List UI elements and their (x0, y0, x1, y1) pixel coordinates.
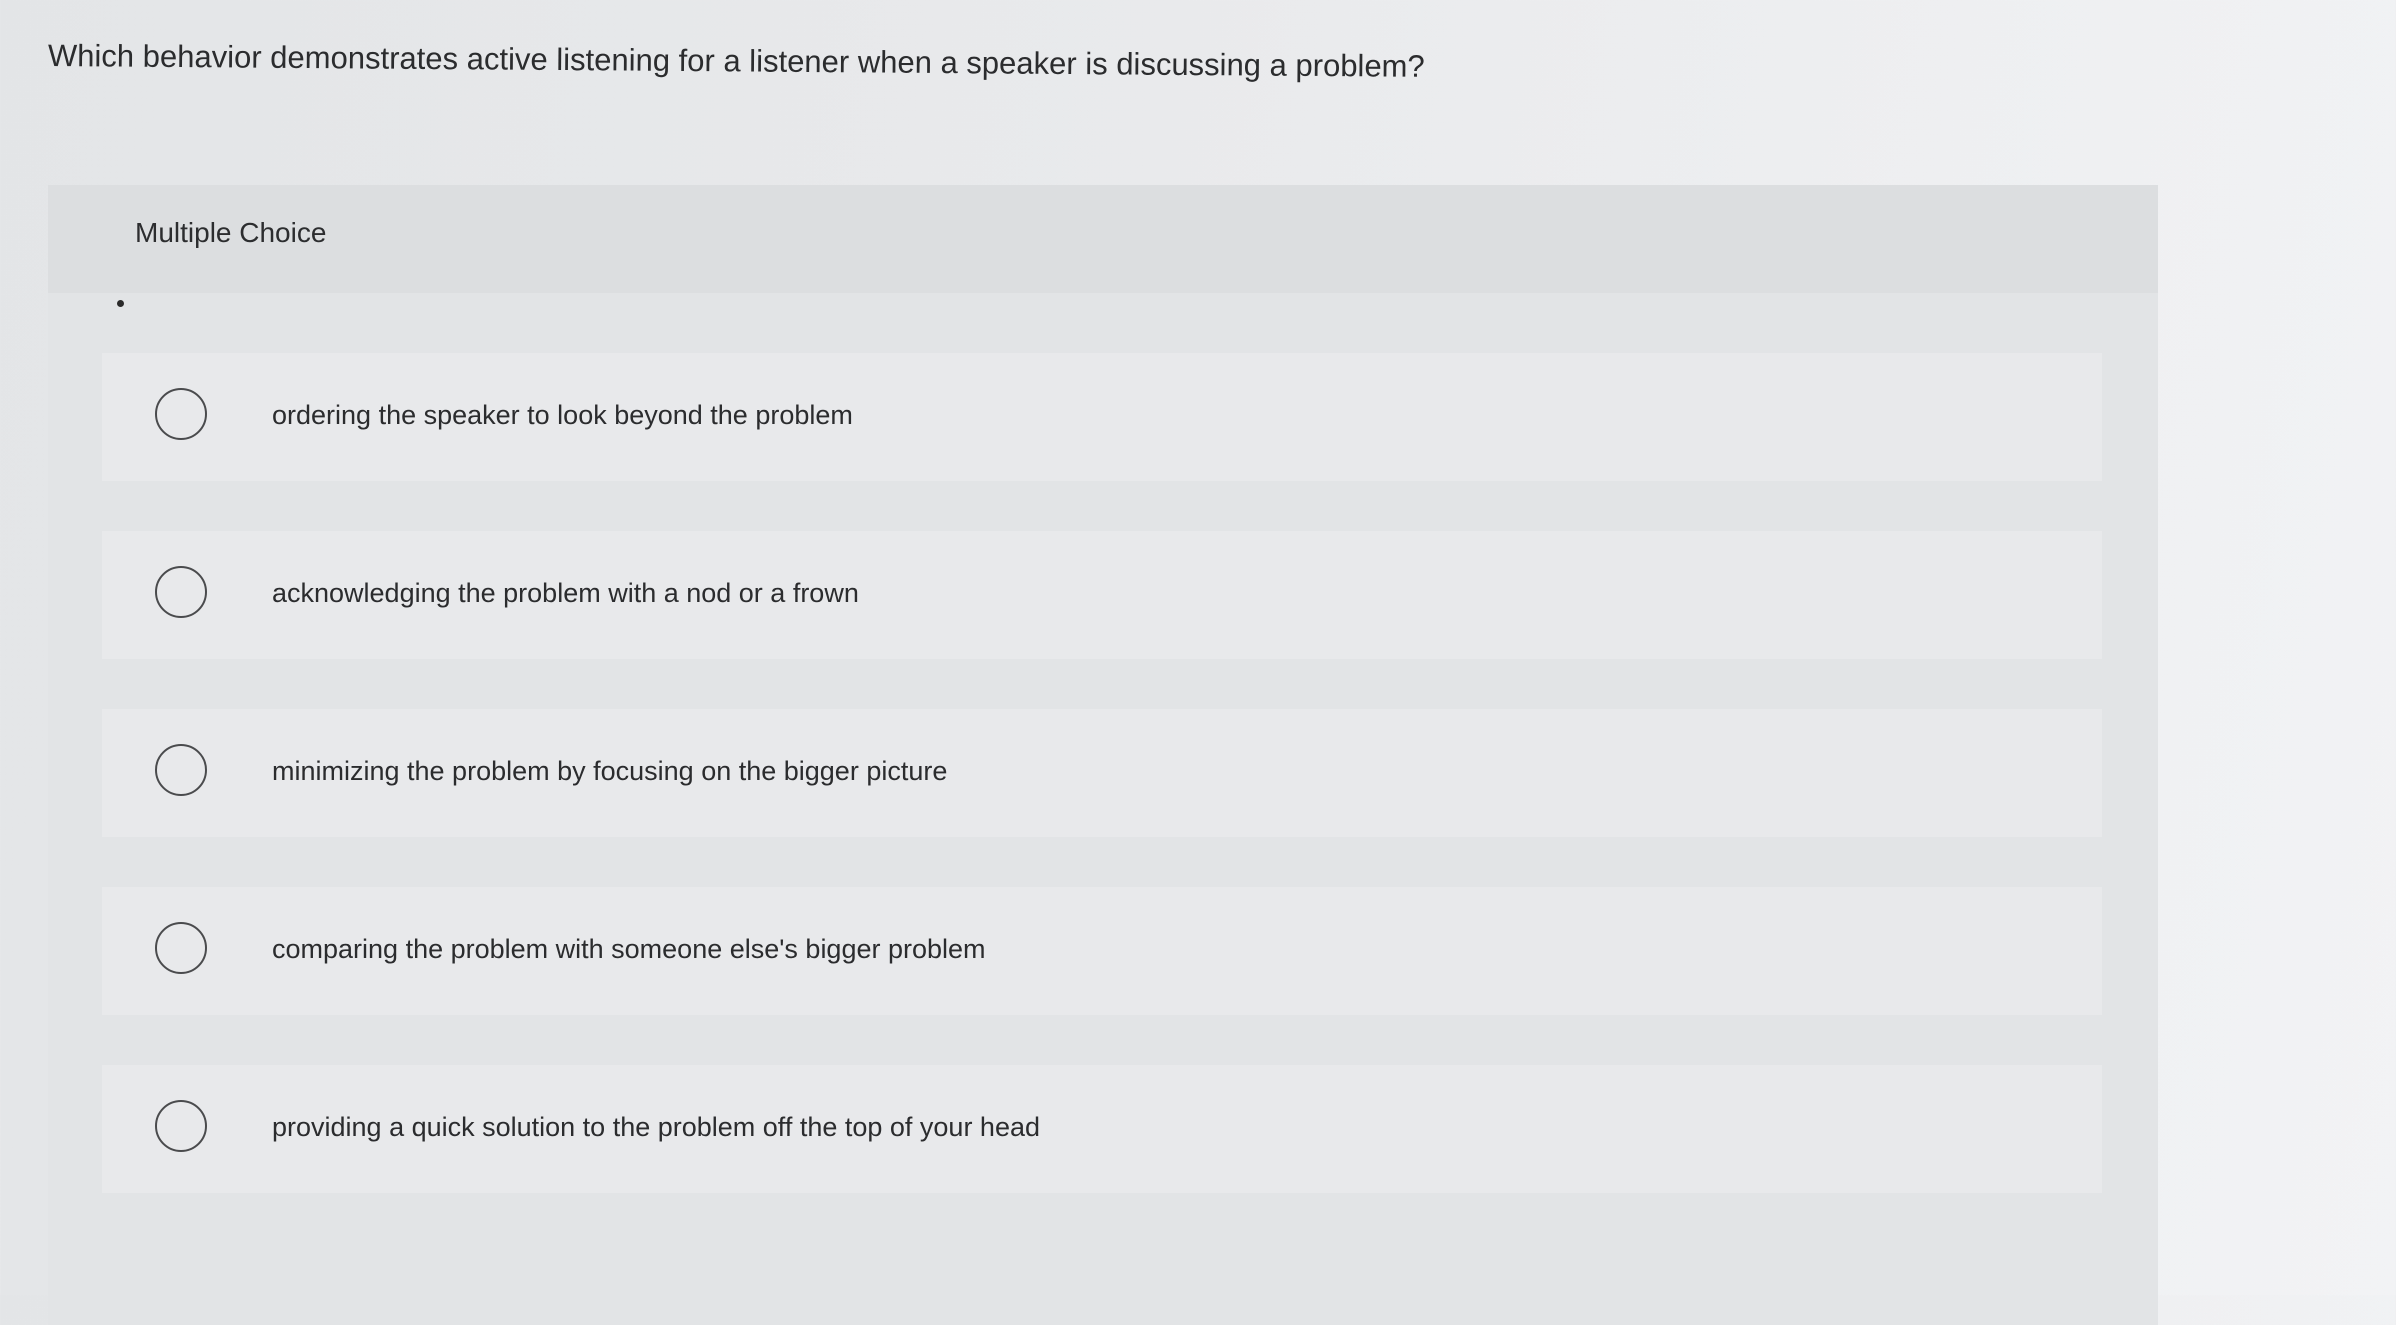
answer-option-label[interactable]: ordering the speaker to look beyond the … (272, 395, 853, 435)
answer-option-label[interactable]: minimizing the problem by focusing on th… (272, 751, 947, 791)
answer-option-4[interactable]: comparing the problem with someone else'… (102, 887, 2102, 1015)
answer-option-2[interactable]: acknowledging the problem with a nod or … (102, 531, 2102, 659)
answer-option-3[interactable]: minimizing the problem by focusing on th… (102, 709, 2102, 837)
radio-button[interactable] (155, 922, 207, 974)
answer-option-1[interactable]: ordering the speaker to look beyond the … (102, 353, 2102, 481)
radio-button[interactable] (155, 1100, 207, 1152)
bullet-dot (117, 300, 124, 307)
answer-option-label[interactable]: comparing the problem with someone else'… (272, 929, 986, 969)
multiple-choice-panel: Multiple Choice ordering the speaker to … (48, 185, 2158, 1325)
answer-option-5[interactable]: providing a quick solution to the proble… (102, 1065, 2102, 1193)
question-type-label: Multiple Choice (135, 217, 327, 248)
radio-button[interactable] (155, 566, 207, 618)
answer-option-label[interactable]: acknowledging the problem with a nod or … (272, 573, 859, 613)
radio-button[interactable] (155, 744, 207, 796)
radio-button[interactable] (155, 388, 207, 440)
panel-header: Multiple Choice (48, 185, 2158, 293)
question-text: Which behavior demonstrates active liste… (47, 38, 1425, 84)
answer-option-label[interactable]: providing a quick solution to the proble… (272, 1107, 1040, 1147)
